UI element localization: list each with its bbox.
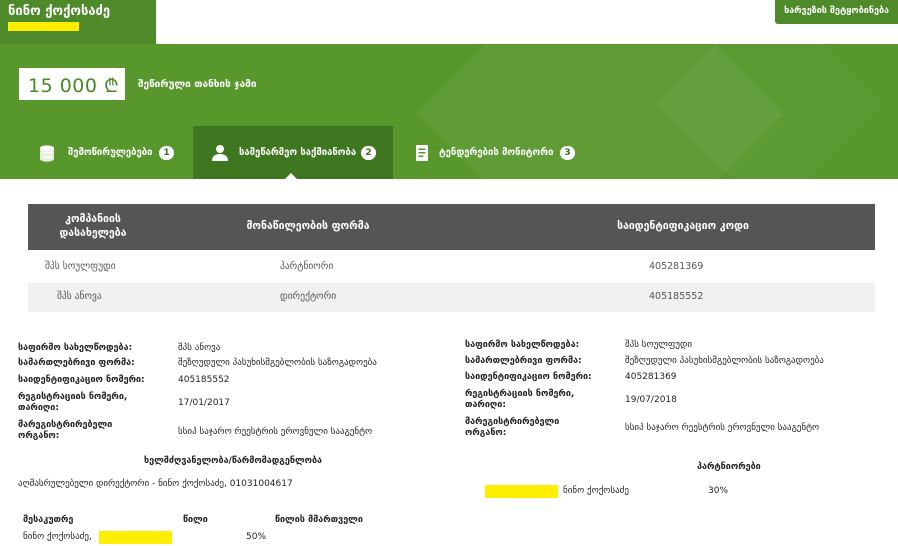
tab-business-activity[interactable]: სამეწარმეო საქმიანობა 2 — [193, 126, 393, 179]
value-id-number: 405281369 — [625, 372, 677, 382]
value-reg-date: 17/01/2017 — [178, 398, 230, 408]
document-icon — [413, 144, 431, 162]
label-id-number: საიდენტიფიკაციო ნომერი: — [465, 372, 592, 382]
report-issue-button[interactable]: ხარვეზის შეტყობინება — [775, 0, 898, 24]
partner-name: ნინო ქოქოსაძე — [563, 486, 629, 496]
redaction-highlight — [99, 531, 172, 544]
column-header-role: მონაწილეობის ფორმა — [246, 220, 370, 232]
tab-bar: შემოწირულებები 1 სამეწარმეო საქმიანობა 2 — [0, 126, 898, 179]
value-legal-form: შეზღუდული პასუხისმგებლობის საზოგადოება — [178, 358, 377, 368]
cell-company: შპს ანოვა — [57, 291, 102, 302]
donation-total-label: შეწირული თანხის ჯამი — [138, 79, 257, 90]
user-icon — [211, 144, 229, 162]
label-id-number: საიდენტიფიკაციო ნომერი: — [18, 375, 145, 385]
value-registrar: სსიპ საჯარო რეესტრის ეროვნული სააგენტო — [625, 423, 820, 433]
value-reg-date: 19/07/2018 — [625, 395, 677, 405]
partners-title: პარტნიორები — [697, 462, 761, 472]
tab-count-badge: 1 — [159, 146, 174, 160]
cell-company: შპს სოულფუდი — [45, 261, 116, 272]
label-legal-form: სამართლებრივი ფორმა: — [18, 358, 135, 368]
tab-label: ტენდერების მონიტორი — [439, 147, 554, 158]
tab-count-badge: 2 — [361, 146, 376, 160]
donation-total-amount: 15 000 ₾ — [28, 75, 120, 97]
owner-share: 50% — [246, 532, 267, 542]
value-business-name: შპს ანოვა — [178, 343, 221, 353]
label-reg-number: რეგისტრაციის ნომერი, თარიღი: — [465, 389, 575, 410]
owner-name: ნინო ქოქოსაძე, — [23, 532, 92, 542]
value-legal-form: შეზღუდული პასუხისმგებლობის საზოგადოება — [625, 356, 824, 366]
tab-label: სამეწარმეო საქმიანობა — [239, 147, 357, 158]
label-registrar: მარეგისტრირებელი ორგანო: — [465, 417, 560, 438]
table-row[interactable]: შპს სოულფუდი პარტნიორი 405281369 — [28, 253, 875, 282]
cell-role: დირექტორი — [280, 291, 337, 302]
cell-code: 405185552 — [649, 291, 704, 302]
summary-band: 15 000 ₾ შეწირული თანხის ჯამი შემოწირულე… — [0, 44, 898, 179]
redaction-highlight — [485, 485, 558, 498]
value-id-number: 405185552 — [178, 375, 230, 385]
top-bar: ხარვეზის შეტყობინება — [156, 0, 898, 44]
value-business-name: შპს სოულფუდი — [625, 340, 692, 350]
tab-tender-monitor[interactable]: ტენდერების მონიტორი 3 — [393, 126, 593, 179]
companies-table-header: კომპანიის დასახელება მონაწილეობის ფორმა … — [28, 204, 875, 250]
cell-code: 405281369 — [649, 261, 704, 272]
redaction-highlight — [8, 22, 79, 31]
tab-count-badge: 3 — [560, 146, 575, 160]
label-registrar: მარეგისტრირებელი ორგანო: — [18, 420, 113, 441]
label-business-name: საფირმო სახელწოდება: — [18, 343, 133, 353]
donation-total-box: 15 000 ₾ — [19, 68, 125, 100]
label-reg-number: რეგისტრაციის ნომერი, თარიღი: — [18, 392, 128, 413]
label-legal-form: სამართლებრივი ფორმა: — [465, 356, 582, 366]
owners-header-manager: წილის მმართველი — [275, 515, 363, 525]
owners-header-owner: მესაკუთრე — [23, 515, 74, 525]
tab-donations[interactable]: შემოწირულებები 1 — [0, 126, 193, 179]
user-name: ნინო ქოქოსაძე — [8, 4, 111, 19]
partner-share: 30% — [708, 486, 729, 496]
management-entry: აღმასრულებელი დირექტორი - ნინო ქოქოსაძე,… — [18, 479, 293, 489]
value-registrar: სსიპ საჯარო რეესტრის ეროვნული სააგენტო — [178, 427, 373, 437]
label-business-name: საფირმო სახელწოდება: — [465, 340, 580, 350]
table-row[interactable]: შპს ანოვა დირექტორი 405185552 — [28, 283, 875, 312]
owners-header-share: წილი — [183, 515, 208, 525]
user-header: ნინო ქოქოსაძე — [0, 0, 156, 44]
coins-icon — [38, 144, 56, 162]
column-header-code: საიდენტიფიკაციო კოდი — [617, 220, 749, 232]
management-title: ხელმძღვანელობა/წარმომადგენლობა — [144, 456, 323, 466]
column-header-company: კომპანიის დასახელება — [59, 213, 127, 239]
cell-role: პარტნიორი — [280, 261, 334, 272]
tab-label: შემოწირულებები — [68, 147, 153, 158]
active-tab-caret — [285, 173, 297, 179]
